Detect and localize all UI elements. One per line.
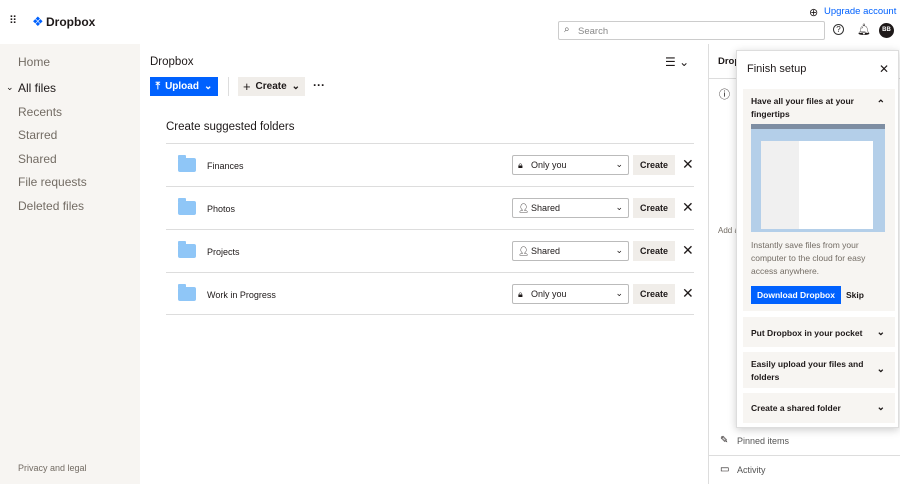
sidebar-item-file-requests[interactable]: File requests <box>18 175 87 189</box>
top-bar: ⠿ ❖ Dropbox ⊕ Upgrade account ⌕ Search ?… <box>0 0 900 44</box>
chevron-down-icon: ⌄ <box>615 202 623 212</box>
sidebar-item-all-files[interactable]: All files <box>18 81 56 95</box>
create-folder-button[interactable]: Create <box>633 155 675 175</box>
skip-button[interactable]: Skip <box>846 290 864 300</box>
download-dropbox-button[interactable]: Download Dropbox <box>751 286 841 304</box>
card-title: Put Dropbox in your pocket <box>751 328 863 338</box>
create-label: Create <box>255 81 287 92</box>
folder-name: Photos <box>207 204 236 214</box>
card-title: Have all your files at your fingertips <box>751 96 854 119</box>
create-folder-button[interactable]: Create <box>633 241 675 261</box>
page-title: Dropbox <box>150 56 194 68</box>
folder-name: Finances <box>207 161 244 171</box>
chevron-down-icon[interactable]: ⌄ <box>6 82 14 93</box>
popup-title: Finish setup <box>747 63 807 75</box>
chevron-down-icon: ⌄ <box>615 245 623 255</box>
finish-setup-popup: Finish setup ✕ Have all your files at yo… <box>736 50 899 428</box>
shared-user-icon: 👤︎ <box>518 246 530 256</box>
sidebar: Home ⌄ All files Recents Starred Shared … <box>0 44 140 484</box>
close-icon[interactable]: ✕ <box>879 62 889 76</box>
chevron-up-icon[interactable]: ⌃ <box>877 99 885 110</box>
access-value: Shared <box>531 246 561 256</box>
setup-card[interactable]: Put Dropbox in your pocket ⌄ <box>743 317 895 347</box>
upgrade-icon: ⊕ <box>809 7 819 19</box>
app-grid-icon[interactable]: ⠿ <box>9 14 17 27</box>
close-icon[interactable]: ✕ <box>682 199 694 216</box>
access-select[interactable]: 👤︎ Shared ⌄ <box>512 241 629 261</box>
activity-icon: ▭ <box>720 464 730 475</box>
chevron-down-icon[interactable]: ⌄ <box>877 402 885 413</box>
info-icon[interactable]: ⓘ <box>719 86 730 102</box>
upload-icon: ⤒ <box>155 81 161 92</box>
upload-label: Upload <box>165 81 199 92</box>
folder-icon <box>178 198 196 215</box>
table-row: Photos 👤︎ Shared ⌄ Create ✕ <box>166 186 694 229</box>
folder-name: Projects <box>207 247 240 257</box>
sidebar-item-recents[interactable]: Recents <box>18 105 62 119</box>
sidebar-item-deleted-files[interactable]: Deleted files <box>18 199 84 213</box>
card-description: Instantly save files from your computer … <box>751 240 866 276</box>
setup-card[interactable]: Easily upload your files and folders ⌄ <box>743 352 895 388</box>
access-value: Shared <box>531 203 561 213</box>
plus-icon: + <box>242 79 251 94</box>
chevron-down-icon: ⌄ <box>615 159 623 169</box>
close-icon[interactable]: ✕ <box>682 242 694 259</box>
create-button[interactable]: + Create ⌄ <box>238 77 305 96</box>
pinned-items[interactable]: Pinned items <box>737 436 789 446</box>
chevron-down-icon[interactable]: ⌄ <box>877 327 885 338</box>
access-value: Only you <box>531 160 567 170</box>
dropbox-logo-icon: ❖ <box>32 14 44 29</box>
view-toggle-icon[interactable]: ☰ ⌄ <box>665 55 689 69</box>
table-row: Projects 👤︎ Shared ⌄ Create ✕ <box>166 229 694 272</box>
access-select[interactable]: 🔒︎ Only you ⌄ <box>512 155 629 175</box>
folder-icon <box>178 284 196 301</box>
upgrade-link[interactable]: Upgrade account <box>824 6 896 17</box>
more-icon[interactable]: ··· <box>313 78 325 92</box>
avatar[interactable]: BB <box>879 23 894 38</box>
folder-name: Work in Progress <box>207 290 276 300</box>
chevron-down-icon[interactable]: ⌄ <box>877 364 885 375</box>
privacy-legal-link[interactable]: Privacy and legal <box>18 463 87 473</box>
lock-icon: 🔒︎ <box>518 289 523 299</box>
lock-icon: 🔒︎ <box>518 160 523 170</box>
access-select[interactable]: 👤︎ Shared ⌄ <box>512 198 629 218</box>
create-folder-button[interactable]: Create <box>633 284 675 304</box>
close-icon[interactable]: ✕ <box>682 285 694 302</box>
setup-card-expanded: Have all your files at your fingertips ⌃… <box>743 89 895 311</box>
chevron-down-icon: ⌄ <box>291 81 301 92</box>
desktop-app-illustration <box>751 124 885 232</box>
card-title: Easily upload your files and folders <box>751 359 864 382</box>
close-icon[interactable]: ✕ <box>682 156 694 173</box>
search-placeholder: Search <box>578 26 609 37</box>
section-title: Create suggested folders <box>166 121 295 133</box>
sidebar-item-starred[interactable]: Starred <box>18 128 57 142</box>
setup-card[interactable]: Create a shared folder ⌄ <box>743 393 895 423</box>
table-row: Work in Progress 🔒︎ Only you ⌄ Create ✕ <box>166 272 694 315</box>
access-value: Only you <box>531 289 567 299</box>
divider <box>228 77 229 96</box>
pin-icon: ✎ <box>720 435 729 446</box>
table-row: Finances 🔒︎ Only you ⌄ Create ✕ <box>166 143 694 186</box>
sidebar-item-shared[interactable]: Shared <box>18 152 57 166</box>
help-icon[interactable]: ? <box>833 24 844 35</box>
search-icon: ⌕ <box>564 24 570 35</box>
sidebar-item-home[interactable]: Home <box>18 55 50 69</box>
card-title: Create a shared folder <box>751 403 841 413</box>
activity-link[interactable]: Activity <box>737 465 766 475</box>
brand-name[interactable]: Dropbox <box>46 15 95 29</box>
chevron-down-icon: ⌄ <box>203 81 213 92</box>
folder-icon <box>178 155 196 172</box>
create-folder-button[interactable]: Create <box>633 198 675 218</box>
access-select[interactable]: 🔒︎ Only you ⌄ <box>512 284 629 304</box>
divider <box>709 455 900 456</box>
shared-user-icon: 👤︎ <box>518 203 530 213</box>
folder-icon <box>178 241 196 258</box>
bell-icon[interactable]: 🔔︎ <box>857 23 871 36</box>
upload-button[interactable]: ⤒ Upload ⌄ <box>150 77 218 96</box>
chevron-down-icon: ⌄ <box>615 288 623 298</box>
search-input[interactable]: ⌕ Search <box>558 21 825 40</box>
